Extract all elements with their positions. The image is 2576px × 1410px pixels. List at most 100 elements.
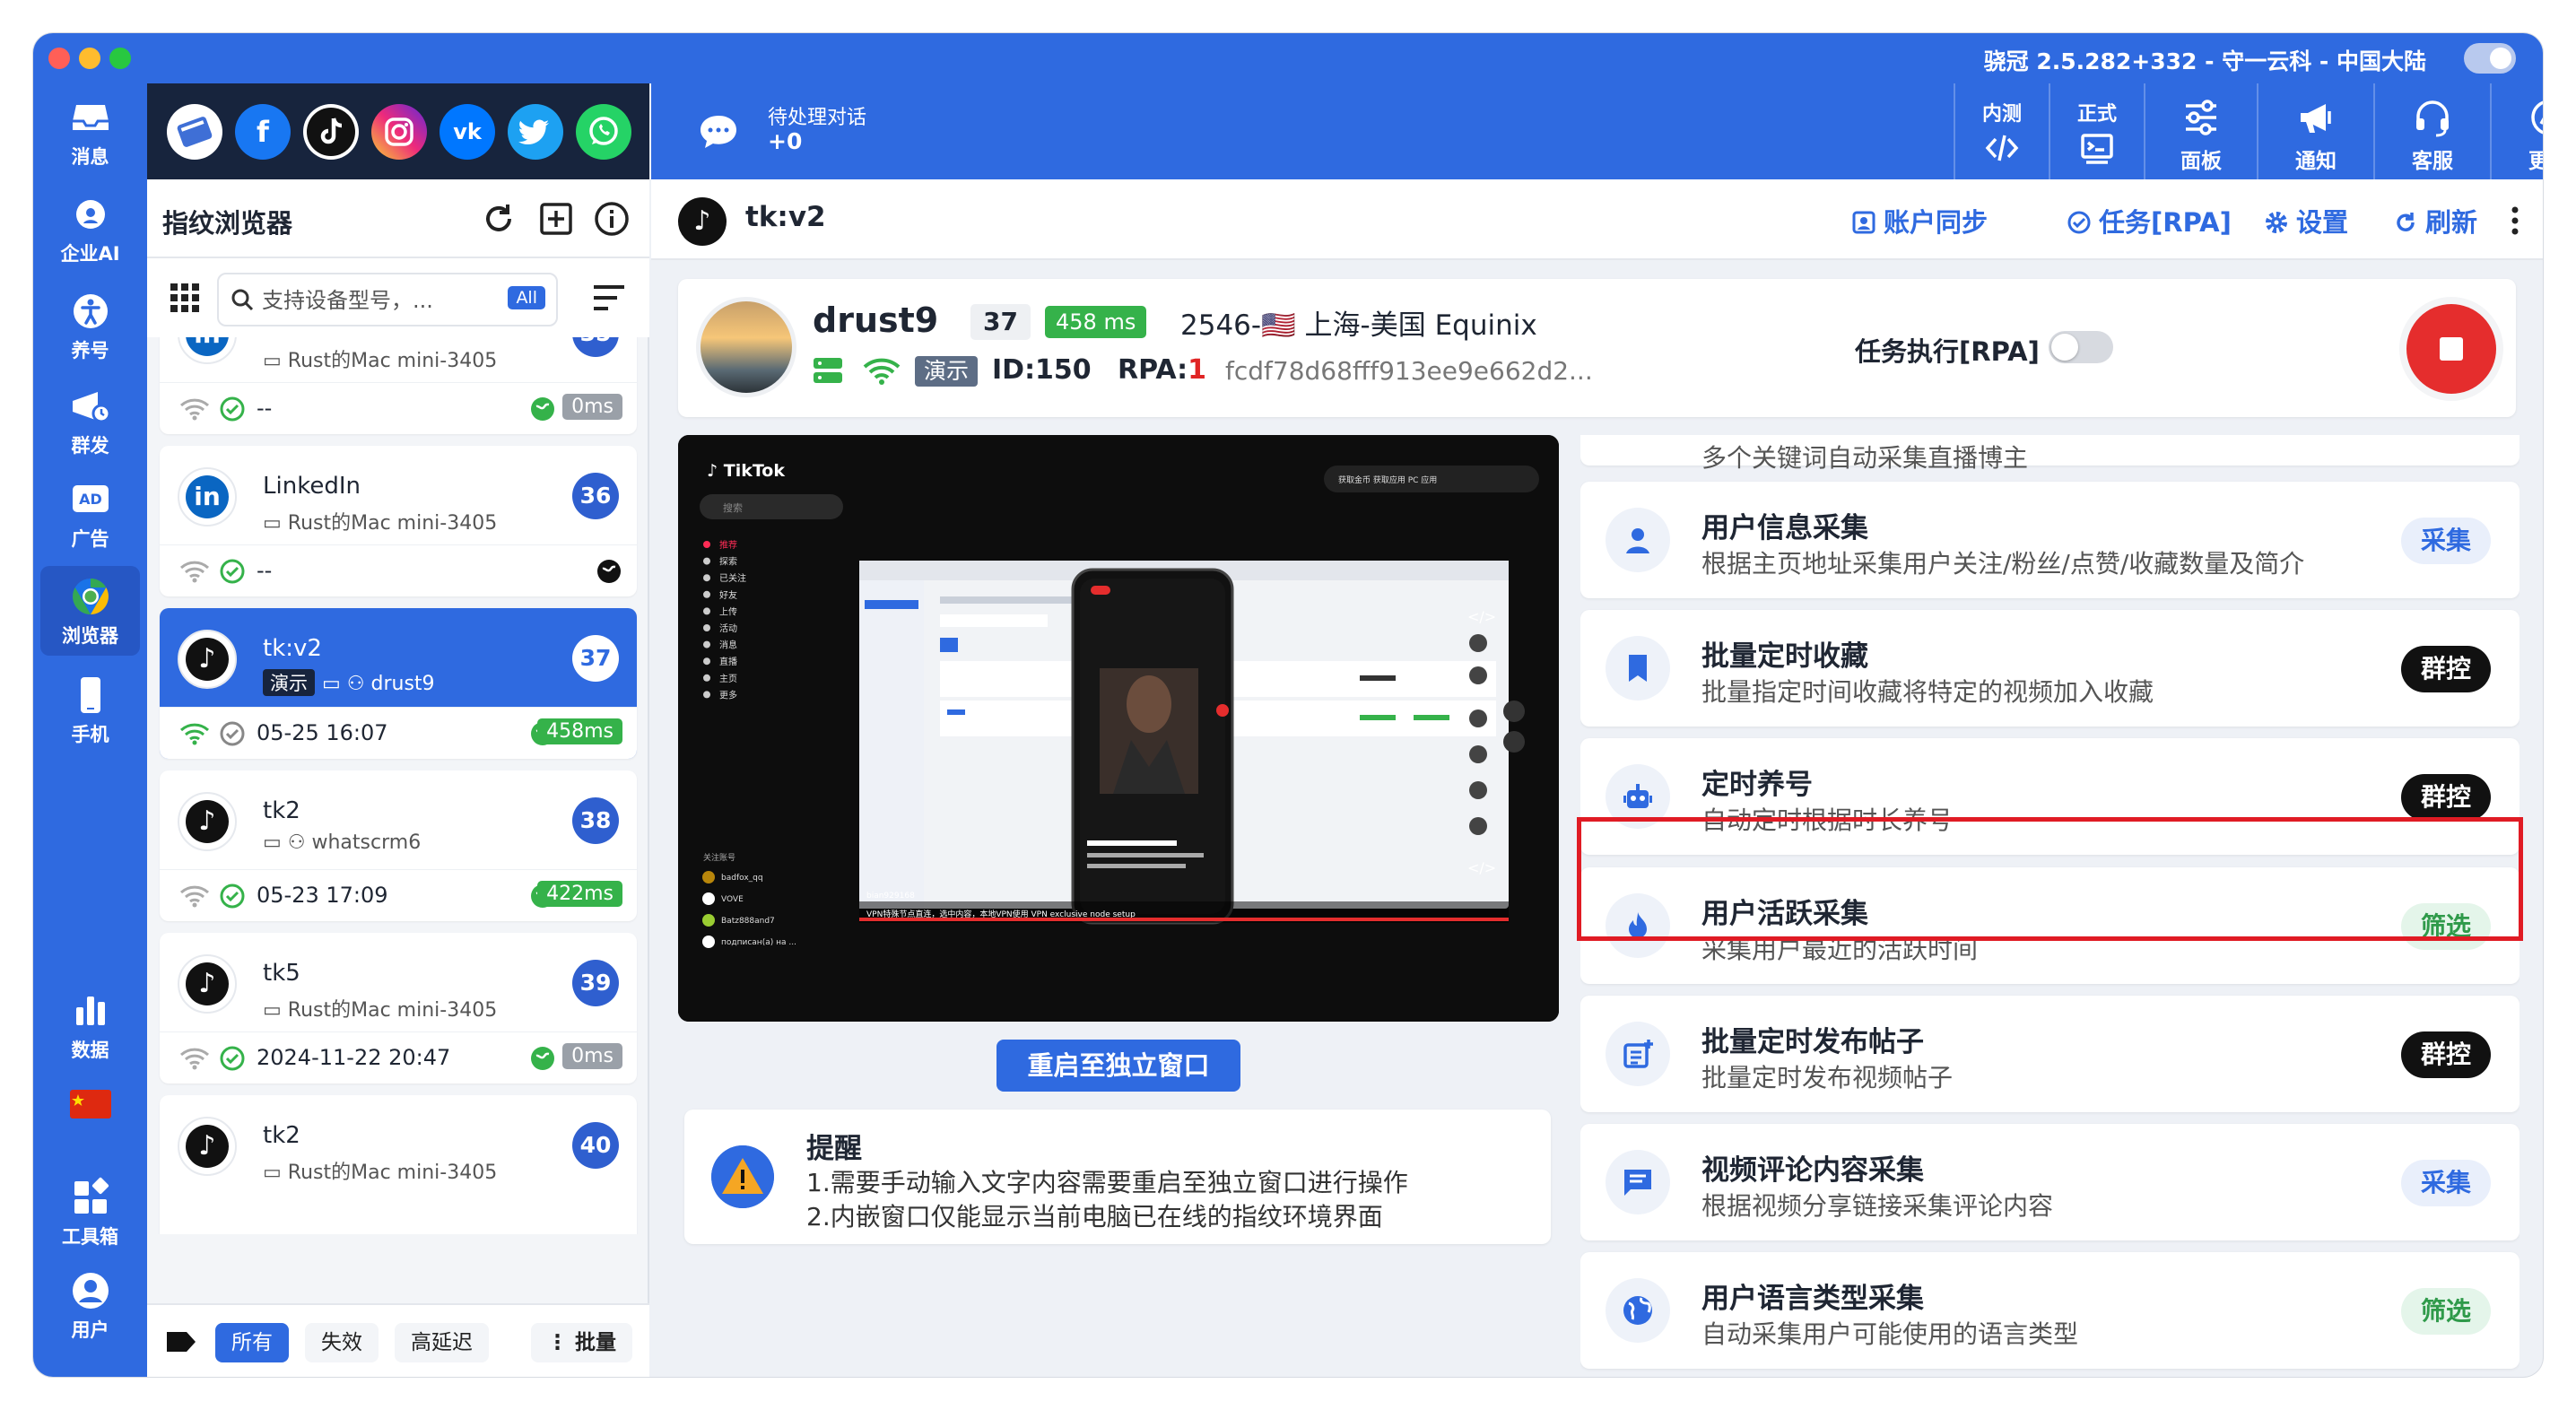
nav-item-nurture[interactable]: 养号 [40, 281, 140, 370]
nav-item-region[interactable] [40, 1081, 140, 1135]
check-circle-icon [220, 396, 245, 422]
nav-item-browser[interactable]: 浏览器 [40, 566, 140, 656]
instagram-icon[interactable] [371, 104, 427, 160]
task-desc: 批量定时发布视频帖子 [1701, 1063, 1954, 1092]
notice-card: 提醒 1.需要手动输入文字内容需要重启至独立窗口进行操作 2.内嵌窗口仅能显示当… [684, 1110, 1551, 1244]
group-control-button[interactable]: 群控 [2400, 646, 2491, 692]
panel-button[interactable]: 面板 [2144, 83, 2257, 179]
stop-button[interactable] [2406, 304, 2496, 394]
task-card-scheduled-nurture[interactable]: 定时养号 自动定时根据时长养号 群控 [1580, 738, 2519, 855]
sort-icon[interactable] [592, 283, 626, 313]
minimize-window-button[interactable] [79, 48, 100, 69]
tiktok-nav-item[interactable]: 更多 [719, 689, 737, 701]
filter-button[interactable]: 筛选 [2400, 903, 2491, 950]
embedded-browser[interactable]: ♪ TikTok 搜索 推荐 探索 已关注 好友 上传 活动 消息 直播 主页 更多 关注账号 b… [678, 435, 1559, 1022]
pending-label: 待处理对话 [768, 107, 867, 129]
nav-item-ads[interactable]: AD 广告 [40, 469, 140, 559]
list-item[interactable]: ♪ tk2 ▭ ⚇ whatscrm6 38 05-23 17:09 422ms [160, 770, 637, 921]
profile-device: ▭ Rust的Mac mini-3405 [263, 512, 498, 535]
add-icon[interactable] [536, 199, 576, 239]
bookmark-icon [1629, 655, 1647, 682]
tiktok-nav-item[interactable]: 探索 [719, 556, 737, 568]
task-icon [1606, 636, 1670, 701]
facebook-icon[interactable]: f [235, 104, 291, 160]
search-scope-badge[interactable]: All [508, 286, 545, 309]
tiktok-nav-item[interactable]: 主页 [719, 674, 737, 684]
search-input[interactable] [262, 282, 500, 319]
refresh-button[interactable]: 刷新 [2393, 202, 2477, 239]
nav-item-data[interactable]: 数据 [40, 980, 140, 1070]
theme-toggle[interactable] [2464, 43, 2516, 74]
collect-button[interactable]: 采集 [2400, 1160, 2491, 1206]
whatsapp-icon[interactable] [576, 104, 631, 160]
vk-icon[interactable]: vk [439, 104, 495, 160]
task-card-live-collect[interactable]: 多个关键词自动采集直播博主 [1580, 435, 2519, 473]
nav-label: 企业AI [60, 243, 120, 265]
chat-app-icon[interactable] [167, 104, 222, 160]
restart-window-button[interactable]: 重启至独立窗口 [996, 1040, 1240, 1092]
nav-item-ai[interactable]: 企业AI [40, 184, 140, 274]
group-control-button[interactable]: 群控 [2400, 1031, 2491, 1078]
followed-account[interactable]: VOVE [721, 895, 744, 904]
followed-account[interactable]: Batz888and7 [721, 917, 775, 926]
beta-button[interactable]: 内测 [1954, 83, 2049, 179]
profile-name: tk2 [263, 1122, 300, 1149]
nav-item-broadcast[interactable]: 群发 [40, 376, 140, 466]
toolbar-label: 正式 [2076, 103, 2117, 126]
profile-name: LinkedIn [263, 473, 361, 500]
search-icon [231, 289, 254, 311]
robot-icon [1623, 784, 1652, 808]
task-card-batch-post[interactable]: 批量定时发布帖子 批量定时发布视频帖子 群控 [1580, 996, 2519, 1112]
tag-icon[interactable] [165, 1328, 197, 1355]
rpa-task-button[interactable]: 任务[RPA] [2067, 202, 2232, 239]
more-icon[interactable] [2511, 205, 2519, 237]
release-button[interactable]: 正式 [2049, 83, 2144, 179]
tiktok-nav-item[interactable]: 推荐 [719, 539, 737, 551]
tiktok-nav-item[interactable]: 直播 [719, 656, 737, 667]
grid-view-icon[interactable] [167, 280, 203, 316]
tiktok-nav-item[interactable]: 好友 [719, 589, 737, 601]
task-card-active-collect[interactable]: 用户活跃采集 采集用户最近的活跃时间 筛选 [1580, 867, 2519, 984]
nav-item-phone[interactable]: 手机 [40, 665, 140, 754]
filter-high-latency[interactable]: 高延迟 [395, 1323, 489, 1362]
list-item[interactable]: in LinkedIn ▭ Rust的Mac mini-3405 36 -- [160, 446, 637, 596]
followed-account[interactable]: badfox_qq [721, 874, 763, 883]
filter-button[interactable]: 筛选 [2400, 1288, 2491, 1335]
list-item[interactable]: ♪ tk5 ▭ Rust的Mac mini-3405 39 2024-11-22… [160, 933, 637, 1084]
left-nav: 消息 企业AI 养号 群发 AD 广告 浏览器 手机 数据 工具箱 用户 [33, 83, 147, 1377]
info-icon[interactable] [592, 199, 631, 239]
nav-item-toolbox[interactable]: 工具箱 [40, 1167, 140, 1257]
nav-item-messages[interactable]: 消息 [40, 87, 140, 177]
filter-invalid[interactable]: 失效 [305, 1323, 379, 1362]
support-button[interactable]: 客服 [2373, 83, 2490, 179]
refresh-icon[interactable] [479, 199, 518, 239]
batch-button[interactable]: ⋮ 批量 [531, 1323, 633, 1362]
tiktok-nav-item[interactable]: 消息 [719, 640, 737, 651]
tiktok-icon[interactable] [303, 104, 359, 160]
notify-button[interactable]: 通知 [2257, 83, 2373, 179]
twitter-icon[interactable] [508, 104, 563, 160]
settings-button[interactable]: 设置 [2264, 202, 2348, 239]
task-card-batch-favorite[interactable]: 批量定时收藏 批量指定时间收藏将特定的视频加入收藏 群控 [1580, 610, 2519, 727]
collect-button[interactable]: 采集 [2400, 518, 2491, 564]
tiktok-nav-item[interactable]: 活动 [719, 623, 737, 634]
task-desc: 自动采集用户可能使用的语言类型 [1701, 1319, 2079, 1349]
list-item[interactable]: in tk ▭ Rust的Mac mini-3405 35 -- 0ms [160, 337, 637, 434]
task-card-user-info[interactable]: 用户信息采集 根据主页地址采集用户关注/粉丝/点赞/收藏数量及简介 采集 [1580, 482, 2519, 598]
tiktok-nav-item[interactable]: 已关注 [719, 572, 746, 584]
task-card-comment-collect[interactable]: 视频评论内容采集 根据视频分享链接采集评论内容 采集 [1580, 1124, 2519, 1240]
list-item[interactable]: ♪ tk2 ▭ Rust的Mac mini-3405 40 [160, 1095, 637, 1234]
task-card-language-collect[interactable]: 用户语言类型采集 自动采集用户可能使用的语言类型 筛选 [1580, 1252, 2519, 1369]
filter-all[interactable]: 所有 [215, 1323, 289, 1362]
account-sync-button[interactable]: 账户同步 [1851, 202, 1988, 239]
update-button[interactable]: 更新 [2490, 83, 2543, 179]
zoom-window-button[interactable] [109, 48, 131, 69]
followed-account[interactable]: подписан(а) на ... [721, 938, 796, 947]
list-item-selected[interactable]: ♪ tk:v2 演示 ▭ ⚇ drust9 37 05-25 16:07 458m… [160, 608, 637, 759]
tiktok-nav-item[interactable]: 上传 [719, 606, 737, 617]
close-window-button[interactable] [48, 48, 70, 69]
rpa-task-toggle[interactable] [2049, 331, 2113, 363]
chat-bubble-icon[interactable] [698, 112, 739, 150]
nav-item-user[interactable]: 用户 [40, 1260, 140, 1350]
group-control-button[interactable]: 群控 [2400, 774, 2491, 821]
